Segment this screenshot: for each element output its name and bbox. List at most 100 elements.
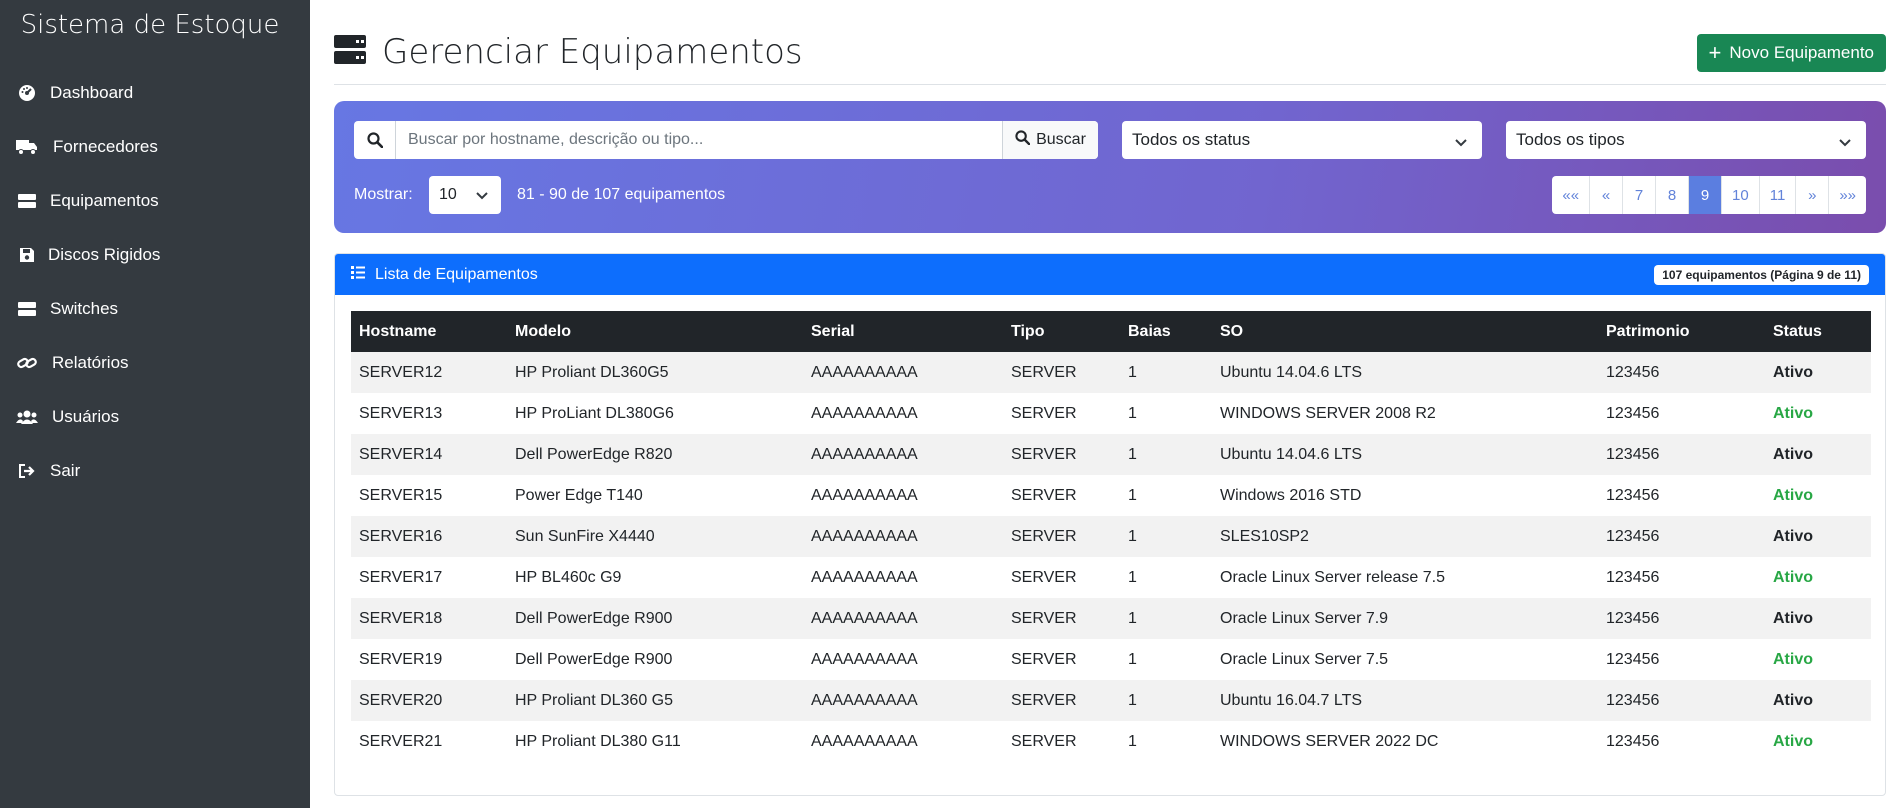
col-hostname[interactable]: Hostname bbox=[351, 311, 507, 352]
per-page-select[interactable]: 10 bbox=[429, 176, 501, 214]
cell-patrimonio: 123456 bbox=[1598, 680, 1765, 721]
new-equipment-label: Novo Equipamento bbox=[1729, 43, 1874, 62]
cell-so: Oracle Linux Server 7.9 bbox=[1212, 598, 1598, 639]
cell-serial: AAAAAAAAAA bbox=[803, 516, 1003, 557]
search-group: Buscar bbox=[354, 121, 1098, 159]
cell-baias: 1 bbox=[1120, 598, 1212, 639]
sidebar-item-label: Relatórios bbox=[52, 353, 129, 372]
truck-icon bbox=[16, 136, 38, 158]
page-prev[interactable]: « bbox=[1589, 176, 1622, 214]
cell-tipo: SERVER bbox=[1011, 732, 1077, 750]
cell-so: Oracle Linux Server 7.5 bbox=[1220, 650, 1389, 668]
table-row[interactable]: SERVER15 Power Edge T140 AAAAAAAAAA SERVER 1… bbox=[351, 475, 1871, 516]
cell-hostname: SERVER17 bbox=[359, 568, 443, 586]
col-tipo[interactable]: Tipo bbox=[1003, 311, 1120, 352]
sidebar-item-relatorios[interactable]: Relatórios bbox=[0, 336, 310, 390]
status-badge: Ativo bbox=[1765, 352, 1871, 393]
table-row[interactable]: SERVER18 Dell PowerEdge R900 AAAAAAAAAA SER… bbox=[351, 598, 1871, 639]
page-7[interactable]: 7 bbox=[1622, 176, 1655, 214]
search-icon bbox=[354, 121, 396, 159]
table-row[interactable]: SERVER19 Dell PowerEdge R900 AAAAAAAAAA SER… bbox=[351, 639, 1871, 680]
server-icon bbox=[16, 190, 38, 212]
cell-serial: AAAAAAAAAA bbox=[811, 568, 918, 586]
table-row[interactable]: SERVER12 HP Proliant DL360G5 AAAAAAAAAA SER… bbox=[351, 352, 1871, 393]
sidebar-item-usuarios[interactable]: Usuários bbox=[0, 390, 310, 444]
sidebar-item-label: Dashboard bbox=[50, 83, 134, 102]
search-icon bbox=[1015, 130, 1031, 150]
page-11[interactable]: 11 bbox=[1758, 176, 1796, 214]
card-title: Lista de Equipamentos bbox=[375, 265, 538, 283]
sidebar-item-label: Fornecedores bbox=[53, 137, 158, 156]
save-icon bbox=[16, 244, 38, 266]
list-icon bbox=[351, 265, 365, 284]
cell-patrimonio: 123456 bbox=[1598, 598, 1765, 639]
users-icon bbox=[16, 406, 38, 428]
page-header: Gerenciar Equipamentos + Novo Equipament… bbox=[334, 30, 1886, 85]
search-input[interactable] bbox=[396, 121, 1002, 159]
page-9-active[interactable]: 9 bbox=[1688, 176, 1722, 214]
page-8[interactable]: 8 bbox=[1655, 176, 1688, 214]
cell-tipo: SERVER bbox=[1011, 404, 1077, 422]
cell-tipo: SERVER bbox=[1003, 598, 1120, 639]
sidebar-item-discos-rigidos[interactable]: Discos Rigidos bbox=[0, 228, 310, 282]
cell-serial: AAAAAAAAAA bbox=[811, 404, 918, 422]
server-icon bbox=[334, 34, 366, 74]
cell-baias: 1 bbox=[1128, 404, 1137, 422]
cell-so: Ubuntu 16.04.7 LTS bbox=[1212, 680, 1598, 721]
cell-hostname: SERVER21 bbox=[359, 732, 443, 750]
link-icon bbox=[16, 352, 38, 374]
type-select[interactable]: Todos os tipos bbox=[1506, 121, 1866, 159]
status-select[interactable]: Todos os status bbox=[1122, 121, 1482, 159]
page-next[interactable]: » bbox=[1795, 176, 1828, 214]
cell-patrimonio: 123456 bbox=[1606, 486, 1660, 504]
card-header: Lista de Equipamentos 107 equipamentos (… bbox=[335, 254, 1885, 295]
cell-so: SLES10SP2 bbox=[1212, 516, 1598, 557]
cell-serial: AAAAAAAAAA bbox=[811, 650, 918, 668]
table-row[interactable]: SERVER13 HP ProLiant DL380G6 AAAAAAAAAA SER… bbox=[351, 393, 1871, 434]
status-badge: Ativo bbox=[1765, 516, 1871, 557]
col-so[interactable]: SO bbox=[1212, 311, 1598, 352]
page-last[interactable]: »» bbox=[1828, 176, 1866, 214]
sidebar-item-sair[interactable]: Sair bbox=[0, 444, 310, 498]
equipment-table: Hostname Modelo Serial Tipo Baias SO Pat… bbox=[351, 311, 1871, 762]
cell-patrimonio: 123456 bbox=[1606, 732, 1660, 750]
cell-so: WINDOWS SERVER 2008 R2 bbox=[1220, 404, 1436, 422]
cell-patrimonio: 123456 bbox=[1598, 352, 1765, 393]
sidebar-item-fornecedores[interactable]: Fornecedores bbox=[0, 120, 310, 174]
cell-modelo: HP Proliant DL380 G11 bbox=[515, 732, 681, 750]
cell-modelo: HP Proliant DL360G5 bbox=[507, 352, 803, 393]
cell-modelo: Sun SunFire X4440 bbox=[507, 516, 803, 557]
type-select-value: Todos os tipos bbox=[1516, 130, 1625, 149]
sidebar-item-equipamentos[interactable]: Equipamentos bbox=[0, 174, 310, 228]
sidebar-item-switches[interactable]: Switches bbox=[0, 282, 310, 336]
status-badge: Ativo bbox=[1773, 650, 1813, 668]
table-row[interactable]: SERVER16 Sun SunFire X4440 AAAAAAAAAA SERVE… bbox=[351, 516, 1871, 557]
cell-serial: AAAAAAAAAA bbox=[803, 598, 1003, 639]
page-first[interactable]: «« bbox=[1552, 176, 1589, 214]
plus-icon: + bbox=[1708, 40, 1722, 65]
table-row[interactable]: SERVER20 HP Proliant DL360 G5 AAAAAAAAAA SE… bbox=[351, 680, 1871, 721]
cell-so: WINDOWS SERVER 2022 DC bbox=[1220, 732, 1439, 750]
col-status[interactable]: Status bbox=[1765, 311, 1871, 352]
table-row[interactable]: SERVER21 HP Proliant DL380 G11 AAAAAAAAAA S… bbox=[351, 721, 1871, 762]
sidebar-item-dashboard[interactable]: Dashboard bbox=[0, 66, 310, 120]
pagination: «« « 7 8 9 10 11 » »» bbox=[1552, 176, 1866, 214]
col-serial[interactable]: Serial bbox=[803, 311, 1003, 352]
cell-baias: 1 bbox=[1120, 352, 1212, 393]
sidebar-item-label: Sair bbox=[50, 461, 81, 480]
col-modelo[interactable]: Modelo bbox=[507, 311, 803, 352]
new-equipment-button[interactable]: + Novo Equipamento bbox=[1696, 34, 1886, 72]
cell-hostname: SERVER19 bbox=[359, 650, 443, 668]
col-patrimonio[interactable]: Patrimonio bbox=[1598, 311, 1765, 352]
cell-patrimonio: 123456 bbox=[1598, 434, 1765, 475]
table-row[interactable]: SERVER14 Dell PowerEdge R820 AAAAAAAAAA SER… bbox=[351, 434, 1871, 475]
sidebar: Sistema de Estoque Dashboard Fornecedore… bbox=[0, 0, 310, 808]
table-row[interactable]: SERVER17 HP BL460c G9 AAAAAAAAAA SERVER 1 Ora… bbox=[351, 557, 1871, 598]
switch-icon bbox=[16, 298, 38, 320]
page-10[interactable]: 10 bbox=[1721, 176, 1759, 214]
col-baias[interactable]: Baias bbox=[1120, 311, 1212, 352]
cell-modelo: Dell PowerEdge R820 bbox=[507, 434, 803, 475]
search-button[interactable]: Buscar bbox=[1002, 121, 1098, 159]
sidebar-item-label: Usuários bbox=[52, 407, 120, 426]
page-title: Gerenciar Equipamentos bbox=[334, 30, 803, 74]
